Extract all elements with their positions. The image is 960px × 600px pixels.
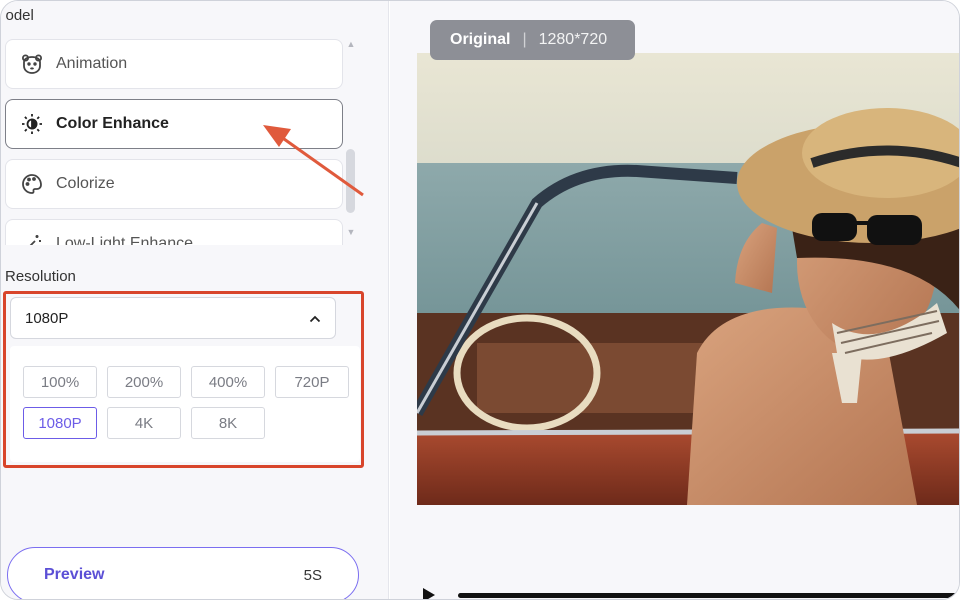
original-resolution-badge: Original | 1280*720: [430, 20, 635, 60]
scroll-up-arrow-icon[interactable]: ▲: [345, 39, 357, 49]
model-list-scrollbar[interactable]: [346, 149, 355, 213]
bear-face-icon: [20, 52, 44, 76]
model-item-colorize[interactable]: Colorize: [5, 159, 343, 209]
model-item-animation[interactable]: Animation: [5, 39, 343, 89]
sun-half-icon: [20, 112, 44, 136]
badge-separator: |: [522, 31, 527, 48]
video-progress-bar[interactable]: [458, 593, 958, 598]
preview-duration: 5S: [303, 566, 322, 584]
model-item-label: Animation: [56, 55, 128, 72]
badge-original-label: Original: [450, 31, 511, 48]
play-icon[interactable]: [422, 587, 436, 599]
resolution-option-400[interactable]: 400%: [191, 366, 265, 398]
resolution-option-200[interactable]: 200%: [107, 366, 181, 398]
model-item-label: Colorize: [56, 175, 115, 192]
resolution-option-8k[interactable]: 8K: [191, 407, 265, 439]
magic-wand-icon: [20, 232, 44, 245]
resolution-dropdown[interactable]: 1080P: [10, 297, 336, 339]
app-window: Model Animation: [0, 0, 960, 600]
resolution-highlight-box: 1080P 100% 200% 400% 720P 1080P 4K 8K: [3, 291, 364, 468]
settings-panel: Model Animation: [1, 1, 389, 599]
model-item-label: Low-Light Enhance: [56, 235, 193, 245]
preview-panel: Original | 1280*720: [390, 1, 959, 599]
resolution-option-720p[interactable]: 720P: [275, 366, 349, 398]
badge-resolution: 1280*720: [538, 31, 608, 48]
model-list[interactable]: Animation Color Enhance Colorize Low-Lig…: [1, 31, 363, 245]
scroll-down-arrow-icon[interactable]: ▼: [345, 227, 357, 237]
preview-image: [417, 53, 959, 505]
chevron-up-icon: [309, 310, 321, 327]
palette-icon: [20, 172, 44, 196]
resolution-selected-value: 1080P: [25, 309, 69, 327]
model-item-color-enhance[interactable]: Color Enhance: [5, 99, 343, 149]
resolution-options: 100% 200% 400% 720P 1080P 4K 8K: [10, 346, 360, 462]
preview-button-label: Preview: [44, 566, 105, 583]
model-item-low-light-enhance[interactable]: Low-Light Enhance: [5, 219, 343, 245]
resolution-section-title: Resolution: [5, 268, 76, 285]
resolution-option-4k[interactable]: 4K: [107, 407, 181, 439]
model-section-title: Model: [5, 7, 34, 24]
resolution-option-100[interactable]: 100%: [23, 366, 97, 398]
preview-button[interactable]: Preview 5S: [7, 547, 359, 599]
resolution-option-1080p[interactable]: 1080P: [23, 407, 97, 439]
model-item-label: Color Enhance: [56, 115, 169, 132]
